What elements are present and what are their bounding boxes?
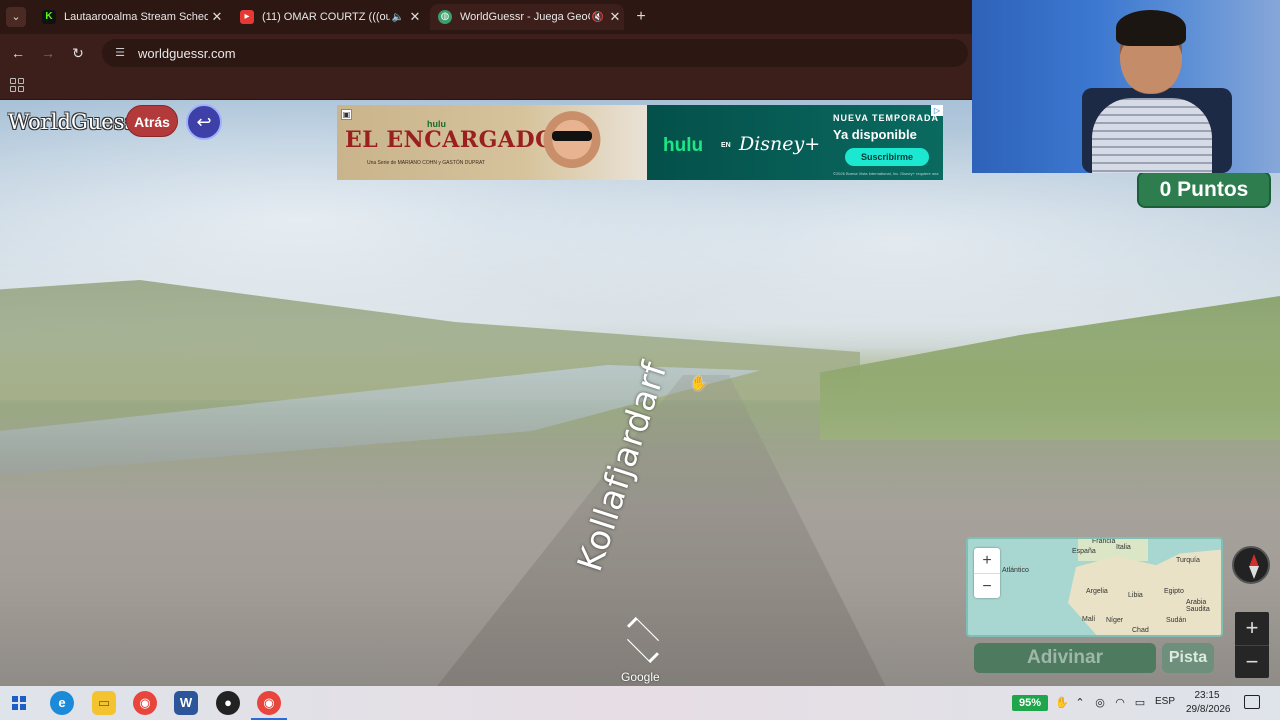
url-field[interactable]: ☰ worldguessr.com xyxy=(102,39,968,67)
browser-tab-strip: ⌄ K Lautaarooalma Stream Schedule ✕ ▸ (1… xyxy=(0,0,972,34)
globe-icon: ◍ xyxy=(438,10,452,24)
windows-taskbar: e ▭ ◉ W ● ◉ 95% ✋ ⌃ ◎ ◠ ▭ ESP 23:15 29/8… xyxy=(0,686,1280,720)
tab-search-button[interactable]: ⌄ xyxy=(6,7,26,27)
map-label: España xyxy=(1072,548,1096,555)
ad-info-icon[interactable]: ▣ xyxy=(341,109,352,120)
ad-en-text: EN xyxy=(721,142,731,149)
ad-promo-panel: hulu EN Disney+ NUEVA TEMPORADA Ya dispo… xyxy=(647,105,943,180)
map-label: Libia xyxy=(1128,592,1143,599)
close-tab-icon[interactable]: ✕ xyxy=(606,9,624,25)
minimap-zoom-out-icon[interactable]: − xyxy=(974,573,1000,598)
windows-start-icon[interactable] xyxy=(12,696,26,710)
address-bar-row: ← → ↻ ☰ worldguessr.com xyxy=(0,34,972,72)
clock[interactable]: 23:15 29/8/2026 xyxy=(1186,689,1231,717)
map-label: Chad xyxy=(1132,627,1149,634)
sync-icon[interactable]: ◎ xyxy=(1092,695,1108,711)
chevron-up-icon[interactable]: ⌃ xyxy=(1072,695,1088,711)
webcam-hair xyxy=(1116,10,1186,46)
street-view-panorama[interactable]: Kollafjardarf WorldGuessr Atrás ↩ ▣ hulu… xyxy=(0,100,1280,686)
ad-fine-print: ©2026 Buena Vista International, Inc. Di… xyxy=(833,171,939,176)
obs-icon[interactable]: ● xyxy=(216,691,240,715)
kick-icon: K xyxy=(42,10,56,24)
minimap-zoom-in-icon[interactable]: + xyxy=(974,548,1000,573)
back-button[interactable]: Atrás xyxy=(126,105,178,137)
compass-icon[interactable] xyxy=(1232,546,1270,584)
street-zoom-controls: + − xyxy=(1235,612,1269,678)
bookmarks-bar xyxy=(0,72,972,100)
adchoices-icon[interactable]: ▷ xyxy=(931,105,943,116)
close-tab-icon[interactable]: ✕ xyxy=(406,9,424,25)
map-label: Egipto xyxy=(1164,588,1184,595)
worldguessr-logo: WorldGuessr xyxy=(8,110,146,134)
close-tab-icon[interactable]: ✕ xyxy=(208,9,226,25)
battery-icon[interactable]: ▭ xyxy=(1132,695,1148,711)
tab-stream-schedule[interactable]: K Lautaarooalma Stream Schedule ✕ xyxy=(34,4,226,30)
tab-worldguessr[interactable]: ◍ WorldGuessr - Juega GeoGuessr 🔇 ✕ xyxy=(430,4,624,30)
notifications-icon[interactable] xyxy=(1244,695,1260,709)
ad-available: Ya disponible xyxy=(833,127,917,142)
points-badge: 0 Puntos xyxy=(1137,171,1271,208)
new-tab-button[interactable]: + xyxy=(632,8,650,26)
guess-minimap[interactable]: Francia España Italia Turquía Argelia Li… xyxy=(966,537,1223,637)
webcam-overlay xyxy=(972,0,1280,173)
hills-right xyxy=(820,290,1280,440)
ad-actor-image xyxy=(537,109,607,177)
map-label: Níger xyxy=(1106,617,1124,624)
map-label: Arabia Saudita xyxy=(1186,599,1210,613)
hand-cursor-icon: ✋ xyxy=(690,375,708,391)
ad-banner[interactable]: ▣ hulu EL ENCARGADO Una Serie de MARIANO… xyxy=(337,105,943,180)
forward-arrow-icon[interactable]: → xyxy=(38,43,58,63)
ad-new-season: NUEVA TEMPORADA xyxy=(833,113,940,123)
battery-indicator[interactable]: 95% xyxy=(1012,695,1048,711)
file-explorer-icon[interactable]: ▭ xyxy=(92,691,116,715)
clock-date: 29/8/2026 xyxy=(1186,704,1231,715)
webcam-shirt xyxy=(1092,98,1212,173)
map-label: Italia xyxy=(1116,544,1131,551)
map-label: Francia xyxy=(1092,538,1116,545)
youtube-icon: ▸ xyxy=(240,10,254,24)
ad-show-panel: ▣ hulu EL ENCARGADO Una Serie de MARIANO… xyxy=(337,105,647,180)
tab-youtube[interactable]: ▸ (11) OMAR COURTZ (((ousi 🔈 ✕ xyxy=(232,4,424,30)
compass-south-needle xyxy=(1249,566,1259,579)
back-arrow-icon[interactable]: ← xyxy=(8,43,28,63)
wifi-icon[interactable]: ◠ xyxy=(1112,695,1128,711)
minimap-zoom-controls: + − xyxy=(974,548,1000,598)
ad-sunglasses xyxy=(552,131,592,141)
word-icon[interactable]: W xyxy=(174,691,198,715)
map-label: Atlántico xyxy=(1002,567,1029,574)
return-to-start-button[interactable]: ↩ xyxy=(186,104,222,140)
speaker-icon[interactable]: 🔈 xyxy=(390,12,406,23)
clock-time: 23:15 xyxy=(1194,690,1220,701)
street-nav-arrows[interactable] xyxy=(608,605,678,664)
url-text: worldguessr.com xyxy=(138,45,236,61)
google-watermark: Google xyxy=(621,670,660,684)
ad-subscribe-button[interactable]: Suscribirme xyxy=(845,148,929,166)
zoom-in-icon[interactable]: + xyxy=(1235,612,1269,645)
ad-hulu-logo: hulu xyxy=(663,135,704,156)
reload-icon[interactable]: ↻ xyxy=(68,43,88,63)
map-label: Sudán xyxy=(1166,617,1187,624)
map-label: Malí xyxy=(1082,616,1096,623)
map-label: Turquía xyxy=(1176,557,1200,564)
map-label: Argelia xyxy=(1086,588,1108,595)
return-arrow-icon: ↩ xyxy=(196,112,212,132)
apps-grid-icon[interactable] xyxy=(10,78,24,92)
ad-credit: Una Serie de MARIANO COHN y GASTÓN DUPRA… xyxy=(367,160,485,166)
hint-button[interactable]: Pista xyxy=(1162,643,1214,673)
site-info-icon[interactable]: ☰ xyxy=(112,45,128,61)
muted-speaker-icon[interactable]: 🔇 xyxy=(590,12,606,23)
chrome-active-icon[interactable]: ◉ xyxy=(251,691,287,720)
hand-tray-icon[interactable]: ✋ xyxy=(1054,695,1070,711)
language-indicator[interactable]: ESP xyxy=(1155,696,1175,707)
guess-button[interactable]: Adivinar xyxy=(974,643,1156,673)
edge-icon[interactable]: e xyxy=(50,691,74,715)
chrome-icon[interactable]: ◉ xyxy=(133,691,157,715)
zoom-out-icon[interactable]: − xyxy=(1235,645,1269,678)
ad-show-title: EL ENCARGADO xyxy=(345,127,555,153)
ad-disney-logo: Disney+ xyxy=(739,133,821,155)
